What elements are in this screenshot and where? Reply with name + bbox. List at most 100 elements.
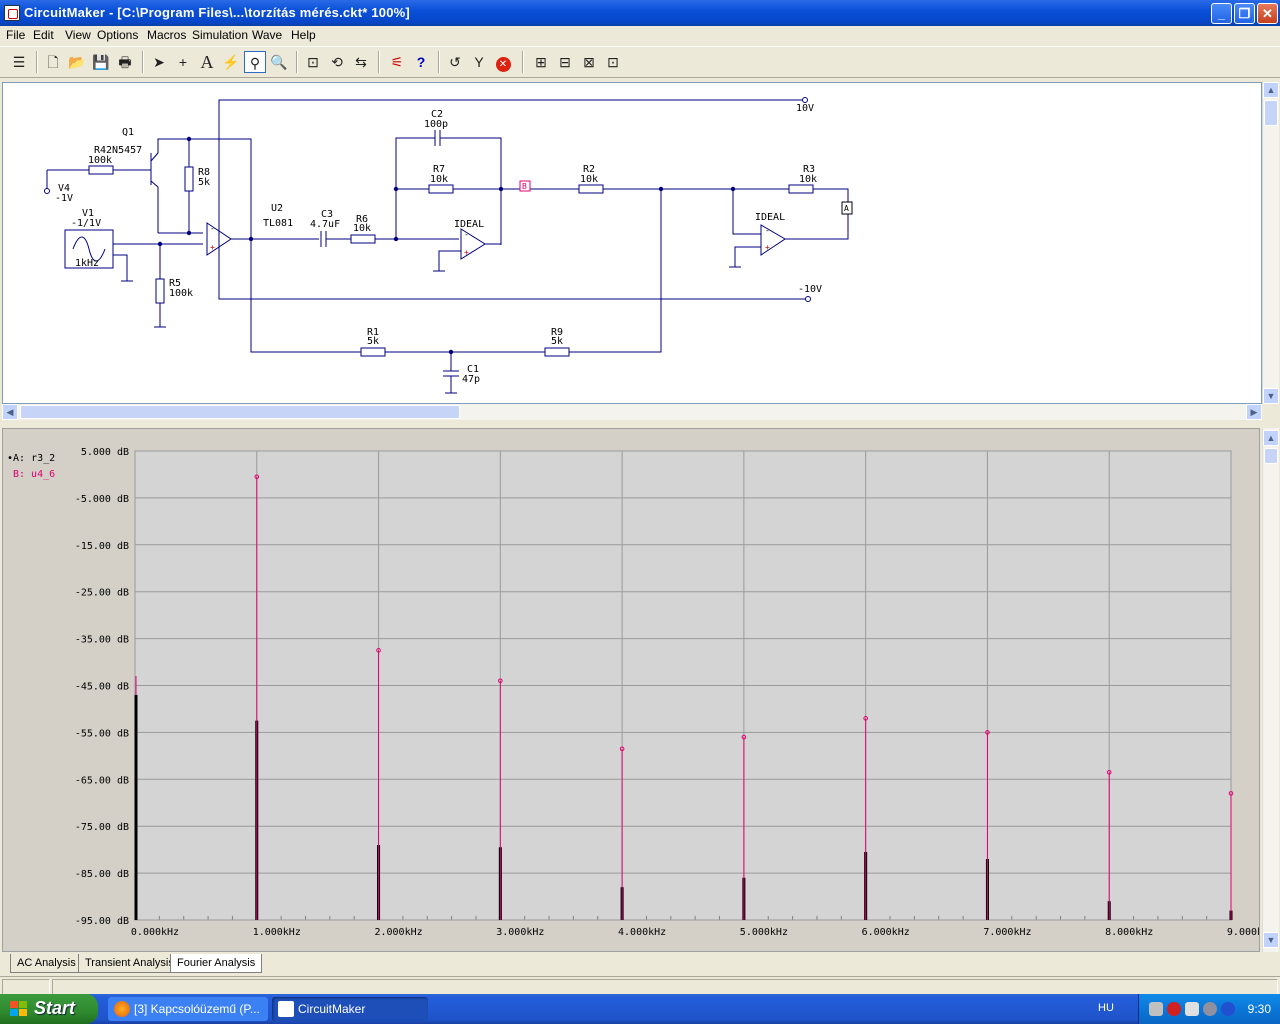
task-firefox[interactable]: [3] Kapcsolóüzemű (P... bbox=[108, 997, 268, 1021]
volume-icon[interactable] bbox=[1185, 1002, 1199, 1016]
label-ideal-2: IDEAL bbox=[755, 212, 785, 223]
wave-scroll-thumb[interactable] bbox=[1264, 448, 1278, 464]
minimize-button[interactable]: _ bbox=[1211, 3, 1232, 24]
x-tick-label: 8.000kHz bbox=[1105, 927, 1153, 938]
x-tick-label: 2.000kHz bbox=[374, 927, 422, 938]
wave-scroll-up-icon[interactable]: ▲ bbox=[1263, 430, 1279, 446]
save-icon[interactable]: 💾 bbox=[90, 51, 112, 73]
menu-wave[interactable]: Wave bbox=[252, 28, 282, 42]
scroll-down-icon[interactable]: ▼ bbox=[1263, 388, 1279, 404]
tab-ac-analysis[interactable]: AC Analysis bbox=[10, 954, 83, 973]
label-vneg: -10V bbox=[798, 284, 822, 295]
system-tray: 9:30 bbox=[1138, 994, 1280, 1024]
menu-macros[interactable]: Macros bbox=[147, 28, 186, 42]
stop-icon[interactable]: ✕ bbox=[492, 51, 514, 73]
wire-tool-icon[interactable]: + bbox=[172, 51, 194, 73]
svg-text:-: - bbox=[210, 224, 215, 233]
tab-transient-analysis[interactable]: Transient Analysis bbox=[78, 954, 181, 973]
legend-series-b: B: u4_6 bbox=[13, 469, 55, 480]
analysis-icon[interactable]: ⊠ bbox=[578, 51, 600, 73]
lightning-icon[interactable]: ⚡ bbox=[220, 51, 242, 73]
label-r1-value: 5k bbox=[367, 336, 379, 347]
restore-button[interactable]: ❐ bbox=[1234, 3, 1255, 24]
app-icon[interactable] bbox=[4, 5, 20, 21]
schematic-canvas[interactable]: + + + --- B A Q1 R42N5457 100k R8 5k V4 -1… bbox=[2, 82, 1262, 404]
y-tick-label: -65.00 dB bbox=[75, 775, 129, 786]
menu-help[interactable]: Help bbox=[291, 28, 316, 42]
y-tick-label: -85.00 dB bbox=[75, 869, 129, 880]
waveform-icon[interactable]: ⊟ bbox=[554, 51, 576, 73]
label-r3-value: 10k bbox=[799, 174, 817, 185]
label-r8-value: 5k bbox=[198, 177, 210, 188]
menu-edit[interactable]: Edit bbox=[33, 28, 54, 42]
language-indicator[interactable]: HU bbox=[1098, 1002, 1114, 1014]
scroll-up-icon[interactable]: ▲ bbox=[1263, 82, 1279, 98]
x-tick-label: 9.000kHz bbox=[1227, 927, 1259, 938]
label-vpos: 10V bbox=[796, 103, 814, 114]
probe-b-marker[interactable]: B bbox=[522, 182, 527, 191]
mirror-icon[interactable]: ⇆ bbox=[350, 51, 372, 73]
label-ideal-1: IDEAL bbox=[454, 219, 484, 230]
circuitmaker-icon bbox=[278, 1001, 294, 1017]
label-u2: U2 bbox=[271, 203, 283, 214]
open-folder-icon[interactable]: 📂 bbox=[66, 51, 88, 73]
scroll-left-icon[interactable]: ◀ bbox=[2, 404, 18, 420]
label-u2-model: TL081 bbox=[263, 218, 293, 229]
label-r6-value: 10k bbox=[353, 223, 371, 234]
analysis-tabs: AC Analysis Transient Analysis Fourier A… bbox=[0, 952, 1280, 974]
label-r4-value: 100k bbox=[88, 155, 112, 166]
menu-options[interactable]: Options bbox=[97, 28, 138, 42]
start-button[interactable]: Start bbox=[0, 994, 98, 1024]
text-tool-icon[interactable]: A bbox=[196, 51, 218, 73]
x-tick-label: 0.000kHz bbox=[131, 927, 179, 938]
svg-text:+: + bbox=[464, 248, 469, 257]
svg-text:+: + bbox=[765, 243, 770, 252]
menu-file[interactable]: File bbox=[6, 28, 25, 42]
schematic-vertical-scrollbar[interactable]: ▲ ▼ bbox=[1262, 82, 1279, 404]
wave-scroll-down-icon[interactable]: ▼ bbox=[1263, 932, 1279, 948]
x-tick-label: 1.000kHz bbox=[253, 927, 301, 938]
hscroll-thumb[interactable] bbox=[20, 405, 460, 419]
task-circuitmaker[interactable]: CircuitMaker bbox=[272, 997, 428, 1021]
arrow-pointer-icon[interactable]: ➤ bbox=[148, 51, 170, 73]
device-icon[interactable] bbox=[1203, 1002, 1217, 1016]
zoom-fit-icon[interactable]: ⊡ bbox=[302, 51, 324, 73]
parts-icon[interactable]: ☰ bbox=[8, 51, 30, 73]
y-tick-label: -5.000 dB bbox=[75, 494, 129, 505]
schematic-horizontal-scrollbar[interactable]: ◀ ▶ bbox=[2, 404, 1262, 420]
menu-simulation[interactable]: Simulation bbox=[192, 28, 248, 42]
probe-a-marker[interactable]: A bbox=[844, 204, 849, 213]
reset-icon[interactable]: ↺ bbox=[444, 51, 466, 73]
label-c3-value: 4.7uF bbox=[310, 219, 340, 230]
step-icon[interactable]: Y bbox=[468, 51, 490, 73]
y-tick-label: -45.00 dB bbox=[75, 682, 129, 693]
y-tick-label: -55.00 dB bbox=[75, 728, 129, 739]
label-r9-value: 5k bbox=[551, 336, 563, 347]
label-r7-value: 10k bbox=[430, 174, 448, 185]
windows-logo-icon bbox=[10, 1001, 28, 1017]
title-bar: CircuitMaker - [C:\Program Files\...\tor… bbox=[0, 0, 1280, 26]
print-icon[interactable]: 🖶 bbox=[114, 51, 136, 73]
help-icon[interactable]: ? bbox=[410, 51, 432, 73]
x-tick-label: 6.000kHz bbox=[862, 927, 910, 938]
menu-view[interactable]: View bbox=[65, 28, 91, 42]
close-button[interactable]: ✕ bbox=[1257, 3, 1278, 24]
probe-icon[interactable]: ⚲ bbox=[244, 51, 266, 73]
scroll-right-icon[interactable]: ▶ bbox=[1246, 404, 1262, 420]
scope-icon[interactable]: ⊞ bbox=[530, 51, 552, 73]
status-bar bbox=[0, 976, 1280, 995]
wave-vertical-scrollbar[interactable]: ▲ ▼ bbox=[1262, 428, 1279, 952]
new-file-icon[interactable]: 🗋 bbox=[42, 51, 64, 73]
bluetooth-icon[interactable] bbox=[1221, 1002, 1235, 1016]
fourier-icon[interactable]: ⊡ bbox=[602, 51, 624, 73]
trace-icon[interactable]: ⚟ bbox=[386, 51, 408, 73]
x-tick-label: 3.000kHz bbox=[496, 927, 544, 938]
fourier-waveform-panel[interactable]: 5.000 dB -5.000 dB -15.00 dB -25.00 dB -35.0… bbox=[2, 428, 1260, 952]
rotate-icon[interactable]: ⟲ bbox=[326, 51, 348, 73]
tab-fourier-analysis[interactable]: Fourier Analysis bbox=[170, 954, 263, 973]
scroll-thumb[interactable] bbox=[1264, 100, 1278, 126]
network-icon[interactable] bbox=[1149, 1002, 1163, 1016]
y-tick-label: -25.00 dB bbox=[75, 588, 129, 599]
security-shield-icon[interactable] bbox=[1167, 1002, 1181, 1016]
zoom-icon[interactable]: 🔍 bbox=[268, 51, 290, 73]
